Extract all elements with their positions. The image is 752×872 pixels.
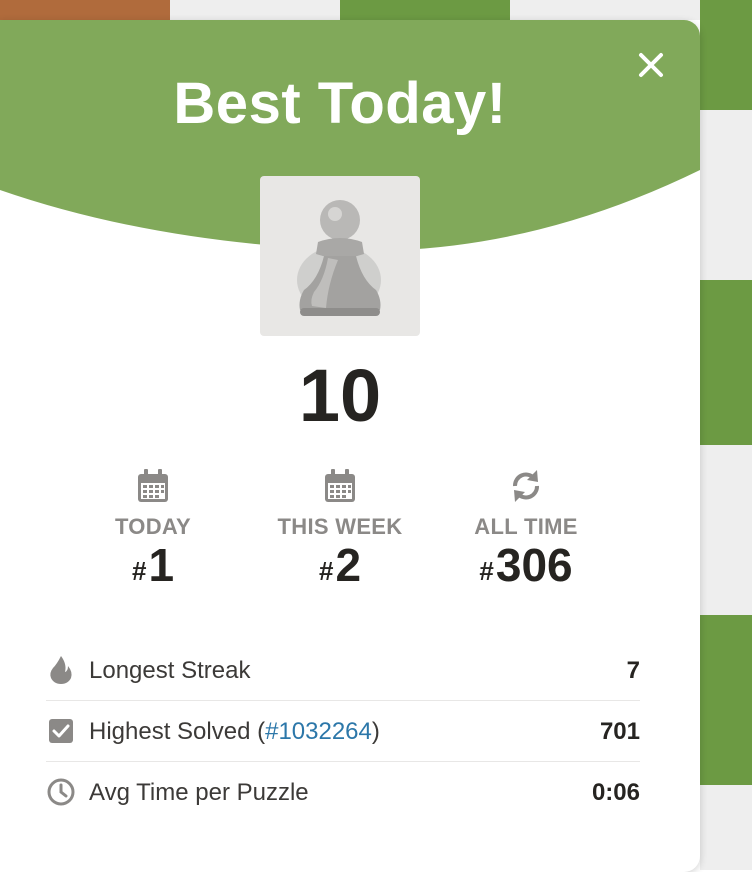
board-square xyxy=(0,0,170,20)
stat-today: TODAY #1 xyxy=(63,466,243,590)
puzzle-results-modal: Best Today! 10 TODAY #1 THIS WEEK #2 ALL… xyxy=(0,20,700,872)
avg-time-label: Avg Time per Puzzle xyxy=(89,779,309,806)
stat-all-time-label: ALL TIME xyxy=(474,514,578,539)
pawn-icon xyxy=(297,200,381,316)
avg-time-value: 0:06 xyxy=(591,779,640,806)
board-square xyxy=(340,0,510,20)
piece-avatar xyxy=(260,176,420,336)
rank-number: 1 xyxy=(148,539,175,591)
rank-number: 306 xyxy=(495,539,573,591)
rank-hash: # xyxy=(479,556,494,586)
puzzle-stats-list: Longest Streak 7 Highest Solved (#103226… xyxy=(46,640,640,822)
board-square xyxy=(700,785,752,870)
board-square xyxy=(700,280,752,445)
board-square xyxy=(700,110,752,280)
row-highest-solved: Highest Solved (#1032264) 701 xyxy=(46,701,640,762)
stat-all-time-rank: #306 xyxy=(436,540,616,590)
highest-solved-value: 701 xyxy=(599,718,640,745)
stat-today-rank: #1 xyxy=(63,540,243,590)
puzzle-link[interactable]: #1032264 xyxy=(265,718,372,745)
highest-solved-suffix: ) xyxy=(371,718,380,745)
rank-number: 2 xyxy=(335,539,362,591)
board-square xyxy=(170,0,340,20)
highest-solved-label: Highest Solved (#1032264) xyxy=(89,718,380,746)
refresh-icon xyxy=(513,470,539,502)
board-square xyxy=(700,615,752,785)
flame-icon xyxy=(50,656,72,684)
board-square xyxy=(700,0,752,110)
board-square xyxy=(700,445,752,615)
modal-title: Best Today! xyxy=(173,71,507,136)
close-button[interactable] xyxy=(636,50,666,80)
stat-this-week: THIS WEEK #2 xyxy=(250,466,430,590)
rankings: TODAY #1 THIS WEEK #2 ALL TIME #306 xyxy=(0,466,680,606)
rank-hash: # xyxy=(318,556,334,586)
calendar-icon xyxy=(138,469,168,502)
stat-today-label: TODAY xyxy=(114,514,192,539)
calendar-icon xyxy=(325,469,355,502)
longest-streak-value: 7 xyxy=(626,657,640,684)
stat-this-week-rank: #2 xyxy=(250,540,430,590)
close-icon xyxy=(639,53,663,77)
puzzle-score: 10 xyxy=(298,354,382,437)
longest-streak-label: Longest Streak xyxy=(89,657,251,684)
stat-this-week-label: THIS WEEK xyxy=(277,514,403,539)
row-avg-time: Avg Time per Puzzle 0:06 xyxy=(46,762,640,822)
row-longest-streak: Longest Streak 7 xyxy=(46,640,640,701)
highest-solved-text: Highest Solved ( xyxy=(89,718,266,745)
stat-all-time: ALL TIME #306 xyxy=(436,466,616,590)
clock-icon xyxy=(47,778,75,806)
rank-hash: # xyxy=(131,556,147,586)
checkbox-icon xyxy=(49,719,73,743)
